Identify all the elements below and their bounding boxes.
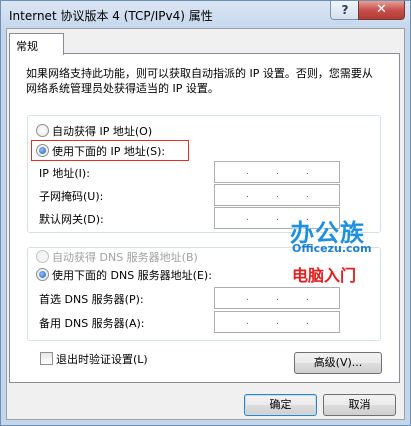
advanced-button[interactable]: 高级(V)... — [294, 352, 382, 374]
validate-checkbox[interactable] — [40, 352, 53, 365]
title-bar[interactable]: Internet 协议版本 4 (TCP/IPv4) 属性 ? ✕ — [1, 1, 410, 29]
close-button[interactable]: ✕ — [358, 1, 405, 20]
tab-general-label: 常规 — [16, 40, 38, 53]
dns-manual-label[interactable]: 使用下面的 DNS 服务器地址(E): — [52, 267, 212, 283]
ip-manual-radio[interactable] — [36, 144, 49, 157]
preferred-dns-field[interactable]: ... — [214, 287, 340, 309]
subnet-mask-field[interactable]: ... — [214, 184, 340, 206]
ip-address-label: IP 地址(I): — [39, 167, 90, 180]
subnet-mask-label: 子网掩码(U): — [39, 190, 104, 203]
dns-manual-radio[interactable] — [36, 268, 49, 281]
validate-label[interactable]: 退出时验证设置(L) — [56, 351, 148, 367]
cancel-button[interactable]: 取消 — [323, 394, 396, 416]
ip-auto-label[interactable]: 自动获得 IP 地址(O) — [52, 123, 152, 139]
preferred-dns-label: 首选 DNS 服务器(P): — [39, 293, 144, 306]
tab-general[interactable]: 常规 — [9, 33, 64, 55]
ip-address-field[interactable]: ... — [214, 161, 340, 183]
description-text: 如果网络支持此功能，则可以获取自动指派的 IP 设置。否则，您需要从网络系统管理… — [26, 67, 373, 95]
watermark-slogan: 电脑入门 — [292, 266, 357, 285]
alternate-dns-label: 备用 DNS 服务器(A): — [39, 317, 145, 330]
alternate-dns-field[interactable]: ... — [214, 311, 340, 333]
watermark-domain: Officezu.com — [292, 242, 372, 255]
help-button[interactable]: ? — [330, 1, 360, 20]
ip-auto-radio[interactable] — [36, 124, 49, 137]
ok-button[interactable]: 确定 — [244, 394, 317, 416]
default-gateway-label: 默认网关(D): — [39, 213, 104, 226]
dns-auto-label[interactable]: 自动获得 DNS 服务器地址(B) — [52, 249, 198, 265]
window-title: Internet 协议版本 4 (TCP/IPv4) 属性 — [9, 9, 213, 23]
dns-auto-radio[interactable] — [36, 250, 49, 263]
ip-manual-label[interactable]: 使用下面的 IP 地址(S): — [52, 143, 165, 159]
